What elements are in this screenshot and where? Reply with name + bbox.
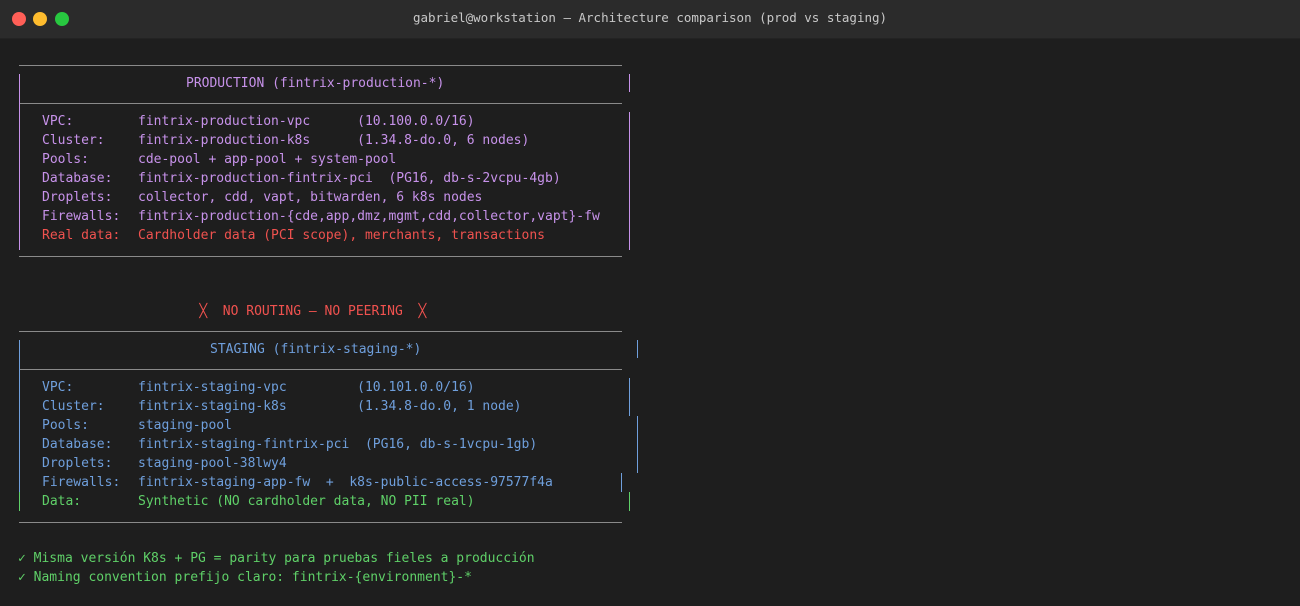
staging-row-vpc: VPC: fintrix-staging-vpc (10.101.0.0/16)	[42, 378, 475, 397]
staging-header-separator	[19, 369, 622, 370]
staging-border-right	[629, 492, 630, 511]
production-row-cluster: Cluster: fintrix-production-k8s (1.34.8-d…	[42, 131, 529, 150]
staging-border-left	[19, 340, 20, 497]
window-titlebar: gabriel@workstation — Architecture compa…	[0, 0, 1300, 39]
production-row-pools: Pools: cde-pool + app-pool + system-pool	[42, 150, 396, 169]
staging-row-pools: Pools: staging-pool	[42, 416, 232, 435]
staging-row-cluster: Cluster: fintrix-staging-k8s (1.34.8-do.0…	[42, 397, 522, 416]
row-value: fintrix-production-{cde,app,dmz,mgmt,cdd…	[138, 209, 600, 224]
row-key: Data:	[42, 494, 82, 509]
production-border-right	[629, 112, 630, 250]
staging-header: STAGING (fintrix-staging-*)	[210, 342, 422, 357]
production-row-firewalls: Firewalls: fintrix-production-{cde,app,dm…	[42, 207, 600, 226]
row-key: Pools:	[42, 152, 89, 167]
row-value: staging-pool	[138, 418, 232, 433]
row-value: fintrix-staging-app-fw + k8s-public-acce…	[138, 475, 553, 490]
cross-icon: ╳	[418, 304, 427, 319]
row-key: Real data:	[42, 228, 121, 243]
row-value: fintrix-production-k8s (1.34.8-do.0, 6 n…	[138, 133, 530, 148]
no-routing-text: NO ROUTING — NO PEERING	[222, 304, 403, 319]
check-icon: ✓	[18, 570, 26, 585]
row-value: collector, cdd, vapt, bitwarden, 6 k8s n…	[138, 190, 483, 205]
note-text: Misma versión K8s + PG = parity para pru…	[33, 551, 535, 566]
production-row-droplets: Droplets: collector, cdd, vapt, bitwarden…	[42, 188, 482, 207]
row-value: fintrix-staging-k8s (1.34.8-do.0, 1 node…	[138, 399, 522, 414]
staging-border-right	[637, 416, 638, 473]
row-value: Cardholder data (PCI scope), merchants, …	[138, 228, 545, 243]
production-row-database: Database: fintrix-production-fintrix-pci …	[42, 169, 561, 188]
row-value: cde-pool + app-pool + system-pool	[138, 152, 397, 167]
row-value: staging-pool-38lwy4	[138, 456, 287, 471]
row-value: fintrix-production-vpc (10.100.0.0/16)	[138, 114, 475, 129]
row-key: Firewalls:	[42, 209, 121, 224]
row-key: Cluster:	[42, 133, 105, 148]
row-key: Cluster:	[42, 399, 105, 414]
row-value: fintrix-staging-vpc (10.101.0.0/16)	[138, 380, 475, 395]
staging-border-right	[637, 340, 638, 358]
note-parity: ✓ Misma versión K8s + PG = parity para p…	[18, 549, 535, 568]
cross-icon: ╳	[199, 304, 208, 319]
production-border-left	[19, 74, 20, 250]
production-header-separator	[19, 103, 622, 104]
row-key: VPC:	[42, 380, 74, 395]
staging-row-firewalls: Firewalls: fintrix-staging-app-fw + k8s-p…	[42, 473, 553, 492]
note-naming: ✓ Naming convention prefijo claro: fintr…	[18, 568, 472, 587]
row-value: fintrix-staging-fintrix-pci (PG16, db-s-…	[138, 437, 538, 452]
row-key: VPC:	[42, 114, 74, 129]
production-row-vpc: VPC: fintrix-production-vpc (10.100.0.0/1…	[42, 112, 475, 131]
production-border-right	[629, 74, 630, 92]
check-icon: ✓	[18, 551, 26, 566]
row-key: Droplets:	[42, 456, 113, 471]
row-key: Droplets:	[42, 190, 113, 205]
window-title: gabriel@workstation — Architecture compa…	[412, 10, 888, 25]
row-value: fintrix-production-fintrix-pci (PG16, db…	[138, 171, 561, 186]
row-key: Database:	[42, 437, 113, 452]
row-key: Pools:	[42, 418, 89, 433]
production-row-real-data: Real data: Cardholder data (PCI scope), m…	[42, 226, 545, 245]
row-key: Firewalls:	[42, 475, 121, 490]
note-text: Naming convention prefijo claro: fintrix…	[33, 570, 472, 585]
staging-border-right	[621, 473, 622, 492]
staging-row-droplets: Droplets: staging-pool-38lwy4	[42, 454, 287, 473]
staging-row-data: Data: Synthetic (NO cardholder data, NO P…	[42, 492, 475, 511]
no-routing-separator: ╳ NO ROUTING — NO PEERING ╳	[168, 283, 426, 319]
row-value: Synthetic (NO cardholder data, NO PII re…	[138, 494, 475, 509]
row-key: Database:	[42, 171, 113, 186]
production-header: PRODUCTION (fintrix-production-*)	[186, 76, 445, 91]
staging-border-left	[19, 492, 20, 511]
terminal-output[interactable]: PRODUCTION (fintrix-production-*) VPC: fi…	[0, 40, 1300, 606]
staging-row-database: Database: fintrix-staging-fintrix-pci (PG…	[42, 435, 537, 454]
staging-border-right	[629, 378, 630, 416]
